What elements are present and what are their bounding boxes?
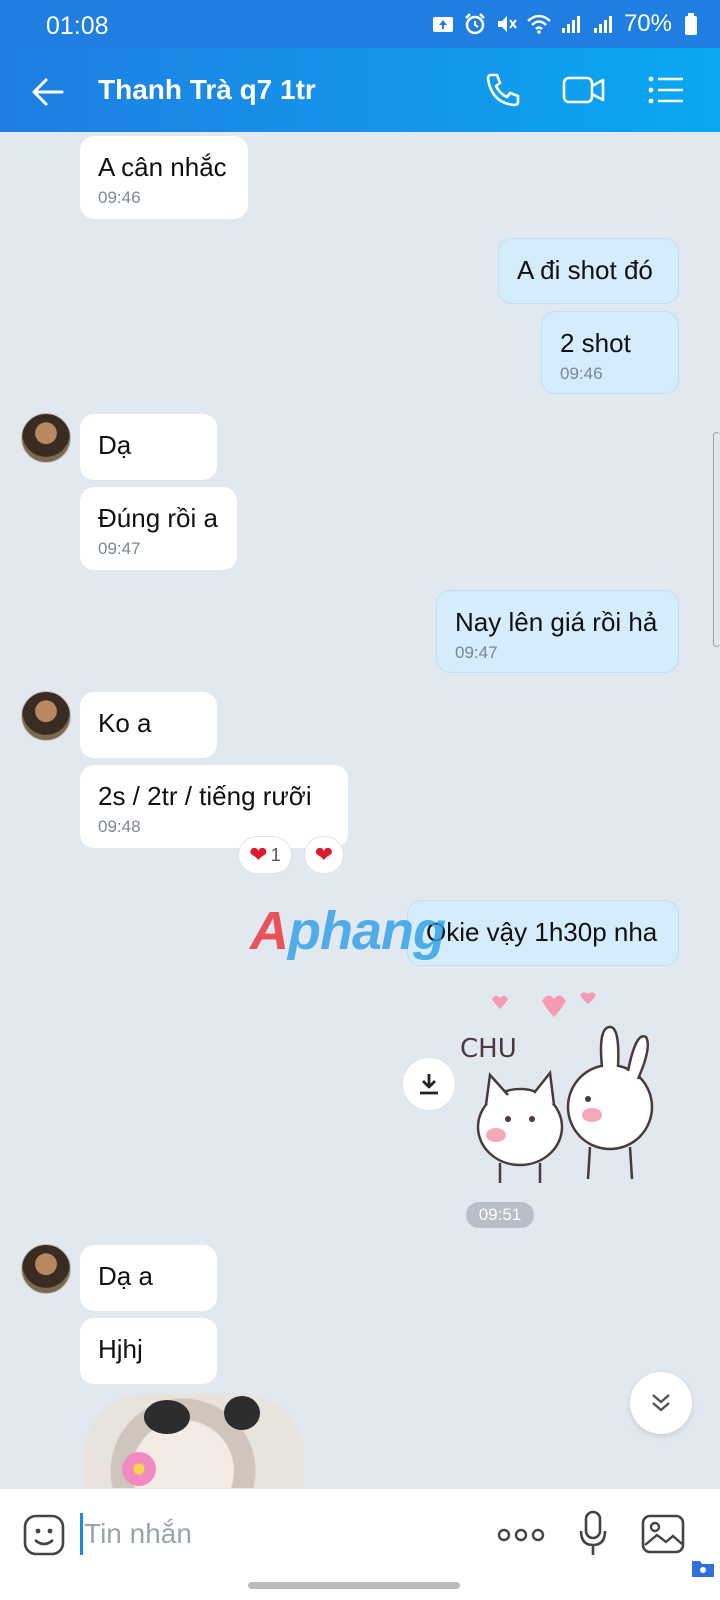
message-text: Hjhj [98,1334,143,1364]
message-bubble[interactable]: Dạ [80,414,217,480]
heart-icon: ❤ [249,842,268,867]
avatar[interactable] [21,1244,71,1294]
more-options-icon[interactable] [496,1519,546,1551]
mute-icon [494,11,520,37]
message-bubble[interactable]: 2 shot 09:46 [541,311,679,394]
message-text: A cân nhắc [98,152,227,182]
message-time: 09:48 [98,817,141,836]
emoji-icon[interactable] [22,1513,66,1557]
message-bubble[interactable]: Nay lên giá rồi hả 09:47 [436,590,679,673]
phone-icon[interactable] [482,70,524,110]
message-text: Dạ [98,430,132,460]
status-bar: 01:08 70% [0,0,720,48]
message-time: 09:46 [98,188,141,207]
photo-preview[interactable] [84,1394,304,1488]
message-input[interactable] [80,1511,470,1557]
reaction-badge[interactable]: ❤ 1 [238,836,292,874]
message-bubble[interactable]: A đi shot đó [498,238,679,304]
message-bubble[interactable]: Okie vậy 1h30p nha [407,900,679,966]
alarm-icon [462,11,488,37]
heart-icon: ❤ [314,842,334,867]
menu-list-icon[interactable] [646,70,688,110]
status-icons: 70% [430,10,704,38]
react-button[interactable]: ❤ [304,836,344,874]
message-bubble[interactable]: Đúng rồi a 09:47 [80,487,237,570]
folder-icon[interactable] [690,1557,716,1579]
signal-icon [590,11,616,37]
message-bubble[interactable]: Dạ a [80,1245,217,1311]
battery-icon [678,11,704,37]
message-text: Dạ a [98,1261,153,1291]
message-bubble[interactable]: Hjhj [80,1318,217,1384]
message-bubble[interactable]: 2s / 2tr / tiếng rưỡi 09:48 [80,765,348,848]
message-text: Ko a [98,708,152,738]
double-chevron-down-icon [652,1394,670,1412]
message-time: 09:47 [98,539,141,558]
message-text: 2 shot [560,328,631,358]
download-button[interactable] [402,1057,456,1111]
upload-icon [430,11,456,37]
wifi-icon [526,11,552,37]
video-call-icon[interactable] [562,70,605,110]
image-icon[interactable] [640,1511,686,1557]
message-bubble[interactable]: A cân nhắc 09:46 [80,136,248,219]
scroll-down-button[interactable] [630,1372,692,1434]
sticker-image[interactable]: CHU [460,987,688,1192]
message-text: Okie vậy 1h30p nha [426,917,658,947]
avatar[interactable] [21,691,71,741]
message-text: Nay lên giá rồi hả [455,607,658,637]
signal-icon [558,11,584,37]
flower-icon [122,1452,156,1486]
avatar[interactable] [21,413,71,463]
sticker-time: 09:51 [466,1202,534,1228]
message-text: Đúng rồi a [98,503,218,533]
composer-bar [0,1488,720,1600]
back-arrow-icon[interactable] [28,72,68,112]
sticker-caption: CHU [460,1034,517,1064]
message-text: 2s / 2tr / tiếng rưỡi [98,781,312,811]
home-indicator[interactable] [248,1582,460,1589]
message-text: A đi shot đó [517,255,653,285]
reaction-count: 1 [270,844,281,865]
download-icon [420,1074,438,1095]
scrollbar[interactable] [713,432,720,647]
message-bubble[interactable]: Ko a [80,692,217,758]
contact-name[interactable]: Thanh Trà q7 1tr [98,74,316,106]
battery-percent: 70% [623,10,672,37]
message-list[interactable]: A cân nhắc 09:46 A đi shot đó 2 shot 09:… [0,132,720,1488]
chat-header: Thanh Trà q7 1tr [0,48,720,132]
message-time: 09:46 [560,364,603,383]
microphone-icon[interactable] [578,1509,608,1559]
status-time: 01:08 [46,12,109,40]
message-time: 09:47 [455,643,498,662]
